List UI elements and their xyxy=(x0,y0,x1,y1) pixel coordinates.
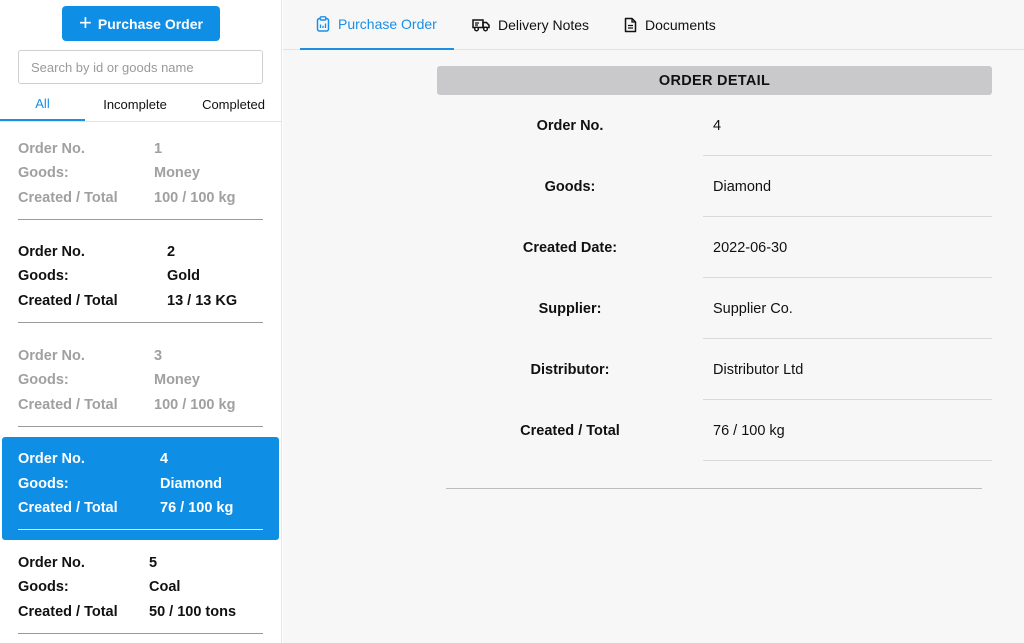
order-number-label: Order No. xyxy=(18,451,85,467)
order-detail-header: ORDER DETAIL xyxy=(437,66,992,95)
detail-value: Supplier Co. xyxy=(713,300,793,317)
order-number-value: 3 xyxy=(154,348,163,364)
order-list-item-selected[interactable]: Order No. 4 Goods: Diamond Created / Total… xyxy=(2,437,279,540)
detail-key: Goods: xyxy=(544,178,596,195)
order-list-item[interactable]: Order No. 3 Goods: Money Created / Total 10… xyxy=(2,335,279,433)
created-total-value: 100 / 100 kg xyxy=(154,397,236,413)
new-purchase-order-label: Purchase Order xyxy=(97,15,203,32)
order-number-value: 5 xyxy=(149,555,158,571)
order-divider xyxy=(18,633,263,634)
goods-label: Goods: xyxy=(18,268,69,284)
tab-purchase-order-label: Purchase Order xyxy=(338,16,437,32)
created-total-label: Created / Total xyxy=(18,190,118,206)
order-number-value: 4 xyxy=(160,451,169,467)
order-divider xyxy=(18,529,263,530)
goods-value: Diamond xyxy=(160,476,223,492)
detail-divider xyxy=(703,460,992,461)
detail-row-distributor: Distributor: Distributor Ltd xyxy=(437,339,992,400)
clipboard-icon xyxy=(316,16,330,32)
tab-documents[interactable]: Documents xyxy=(608,0,736,50)
created-total-label: Created / Total xyxy=(18,293,118,309)
detail-row-supplier: Supplier: Supplier Co. xyxy=(437,278,992,339)
tab-delivery-notes-label: Delivery Notes xyxy=(498,17,590,33)
order-number-label: Order No. xyxy=(18,348,85,364)
new-purchase-order-button[interactable]: + Purchase Order xyxy=(62,6,220,41)
detail-bottom-divider xyxy=(446,488,982,489)
document-icon xyxy=(624,17,637,33)
order-detail-panel: Purchase Order Delivery Notes Documents … xyxy=(283,0,1024,643)
order-number-label: Order No. xyxy=(18,141,85,157)
filter-tabs: All Incomplete Completed xyxy=(0,88,282,122)
search-input[interactable] xyxy=(18,50,263,84)
created-total-label: Created / Total xyxy=(18,500,118,516)
order-divider xyxy=(18,426,263,427)
filter-tab-completed[interactable]: Completed xyxy=(185,88,282,121)
goods-value: Coal xyxy=(149,579,181,595)
detail-value: Distributor Ltd xyxy=(713,361,804,378)
order-divider xyxy=(18,322,263,323)
order-list-item[interactable]: Order No. 5 Goods: Coal Created / Total 50 … xyxy=(2,542,279,640)
order-number-label: Order No. xyxy=(18,555,85,571)
goods-value: Money xyxy=(154,372,200,388)
goods-value: Money xyxy=(154,165,200,181)
detail-key: Order No. xyxy=(536,117,604,134)
order-number-value: 2 xyxy=(167,244,176,260)
truck-icon xyxy=(472,18,490,32)
detail-row-created-date: Created Date: 2022-06-30 xyxy=(437,217,992,278)
filter-tab-all[interactable]: All xyxy=(0,88,85,121)
order-number-value: 1 xyxy=(154,141,163,157)
goods-label: Goods: xyxy=(18,372,69,388)
order-sidebar: + Purchase Order All Incomplete Complete… xyxy=(0,0,282,643)
created-total-value: 13 / 13 KG xyxy=(167,293,238,309)
created-total-label: Created / Total xyxy=(18,604,118,620)
tab-purchase-order[interactable]: Purchase Order xyxy=(300,0,454,50)
detail-row-goods: Goods: Diamond xyxy=(437,156,992,217)
detail-value: 4 xyxy=(713,117,722,134)
goods-label: Goods: xyxy=(18,476,69,492)
detail-key: Created / Total xyxy=(520,422,620,439)
detail-row-created-total: Created / Total 76 / 100 kg xyxy=(437,400,992,461)
order-list-item[interactable]: Order No. 1 Goods: Money Created / Total 10… xyxy=(2,128,279,226)
detail-key: Distributor: xyxy=(530,361,610,378)
created-total-value: 50 / 100 tons xyxy=(149,604,237,620)
created-total-value: 76 / 100 kg xyxy=(160,500,234,516)
detail-value: Diamond xyxy=(713,178,772,195)
detail-key: Created Date: xyxy=(522,239,618,256)
created-total-label: Created / Total xyxy=(18,397,118,413)
detail-value: 2022-06-30 xyxy=(713,239,788,256)
order-number-label: Order No. xyxy=(18,244,85,260)
order-list-item[interactable]: Order No. 2 Goods: Gold Created / Total 13 … xyxy=(2,231,279,329)
detail-row-order-no: Order No. 4 xyxy=(437,95,992,156)
goods-label: Goods: xyxy=(18,165,69,181)
filter-tab-incomplete[interactable]: Incomplete xyxy=(85,88,185,121)
view-tabs: Purchase Order Delivery Notes Documents xyxy=(283,0,1024,50)
goods-label: Goods: xyxy=(18,579,69,595)
goods-value: Gold xyxy=(167,268,201,284)
detail-value: 76 / 100 kg xyxy=(713,422,785,439)
tab-delivery-notes[interactable]: Delivery Notes xyxy=(456,0,606,50)
order-divider xyxy=(18,219,263,220)
detail-key: Supplier: xyxy=(538,300,602,317)
created-total-value: 100 / 100 kg xyxy=(154,190,236,206)
plus-icon: + xyxy=(79,9,92,35)
tab-documents-label: Documents xyxy=(645,17,716,33)
